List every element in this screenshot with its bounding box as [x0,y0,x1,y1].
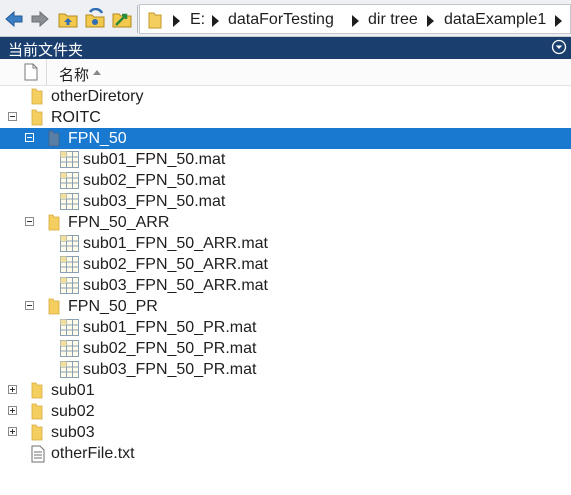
expand-toggle-icon[interactable] [8,427,17,436]
tree-folder-fpn-50-arr[interactable]: FPN_50_ARR [0,212,571,233]
breadcrumb-segment-dataexample1[interactable]: dataExample1 [444,11,546,29]
up-folder-icon[interactable] [57,8,79,30]
panel-title: 当前文件夹 [8,42,84,59]
sort-ascending-icon [93,70,101,75]
panel-header: 当前文件夹 [0,37,571,59]
browse-folder-icon[interactable] [84,7,106,30]
tree-item-label: sub03_FPN_50_PR.mat [83,361,257,378]
tree-item-label: sub01 [51,382,95,399]
file-type-column-icon[interactable] [24,63,38,86]
tree-file-sub01-fpn-50-arr-mat[interactable]: sub01_FPN_50_ARR.mat [0,233,571,254]
tree-item-label: sub02_FPN_50_ARR.mat [83,256,268,273]
column-divider[interactable] [46,59,47,86]
name-column-header[interactable]: 名称 [59,64,89,85]
collapse-toggle-icon[interactable] [25,301,34,310]
breadcrumb-separator-icon[interactable] [173,15,180,27]
tree-file-sub02-fpn-50-pr-mat[interactable]: sub02_FPN_50_PR.mat [0,338,571,359]
breadcrumb-separator-icon[interactable] [555,15,562,27]
collapse-toggle-icon[interactable] [8,112,17,121]
tree-file-sub02-fpn-50-arr-mat[interactable]: sub02_FPN_50_ARR.mat [0,254,571,275]
tree-folder-otherdiretory[interactable]: otherDiretory [0,86,571,107]
panel-menu-icon[interactable] [551,39,567,55]
breadcrumb-separator-icon[interactable] [212,15,219,27]
tree-item-label: sub01_FPN_50_ARR.mat [83,235,268,252]
tree-item-label: FPN_50_ARR [68,214,170,231]
tree-item-label: sub02_FPN_50.mat [83,172,226,189]
breadcrumb-segment-dir-tree[interactable]: dir tree [368,11,418,29]
tree-folder-fpn-50[interactable]: FPN_50 [0,128,571,149]
tree-item-label: sub03 [51,424,95,441]
tree-item-label: sub02 [51,403,95,420]
address-bar[interactable]: E: dataForTesting dir tree dataExample1 [139,4,571,34]
tree-file-sub01-fpn-50-pr-mat[interactable]: sub01_FPN_50_PR.mat [0,317,571,338]
tree-item-label: FPN_50_PR [68,298,158,315]
tree-item-label: otherDiretory [51,88,144,105]
breadcrumb-separator-icon[interactable] [352,15,359,27]
tree-file-sub03-fpn-50-mat[interactable]: sub03_FPN_50.mat [0,191,571,212]
column-header: 名称 [0,59,571,86]
tree-item-label: sub01_FPN_50.mat [83,151,226,168]
collapse-toggle-icon[interactable] [25,217,34,226]
tree-item-label: sub03_FPN_50_ARR.mat [83,277,268,294]
tree-file-sub02-fpn-50-mat[interactable]: sub02_FPN_50.mat [0,170,571,191]
toolbar-separator [137,5,138,33]
tree-folder-sub02[interactable]: sub02 [0,401,571,422]
tree-item-label: sub02_FPN_50_PR.mat [83,340,257,357]
tree-item-label: sub03_FPN_50.mat [83,193,226,210]
tree-file-sub03-fpn-50-pr-mat[interactable]: sub03_FPN_50_PR.mat [0,359,571,380]
breadcrumb-segment-datafortesting[interactable]: dataForTesting [228,11,334,29]
tree-item-label: ROITC [51,109,101,126]
back-arrow-icon[interactable] [3,8,25,30]
expand-toggle-icon[interactable] [8,385,17,394]
tree-item-label: otherFile.txt [51,445,135,462]
text-file-icon [31,445,45,468]
folder-icon [148,11,162,34]
tree-folder-roitc[interactable]: ROITC [0,107,571,128]
tree-item-label: FPN_50 [68,130,127,147]
collapse-toggle-icon[interactable] [25,133,34,142]
tree-folder-sub03[interactable]: sub03 [0,422,571,443]
tree-folder-fpn-50-pr[interactable]: FPN_50_PR [0,296,571,317]
tree-file-sub03-fpn-50-arr-mat[interactable]: sub03_FPN_50_ARR.mat [0,275,571,296]
breadcrumb-separator-icon[interactable] [427,15,434,27]
expand-toggle-icon[interactable] [8,406,17,415]
breadcrumb-segment-drive[interactable]: E: [190,11,205,29]
tree-folder-sub01[interactable]: sub01 [0,380,571,401]
tree-file-sub01-fpn-50-mat[interactable]: sub01_FPN_50.mat [0,149,571,170]
set-path-icon[interactable] [111,8,133,30]
toolbar: E: dataForTesting dir tree dataExample1 [0,0,571,37]
tree-item-label: sub01_FPN_50_PR.mat [83,319,257,336]
tree-file-otherfile-txt[interactable]: otherFile.txt [0,443,571,464]
forward-arrow-icon[interactable] [29,8,51,30]
